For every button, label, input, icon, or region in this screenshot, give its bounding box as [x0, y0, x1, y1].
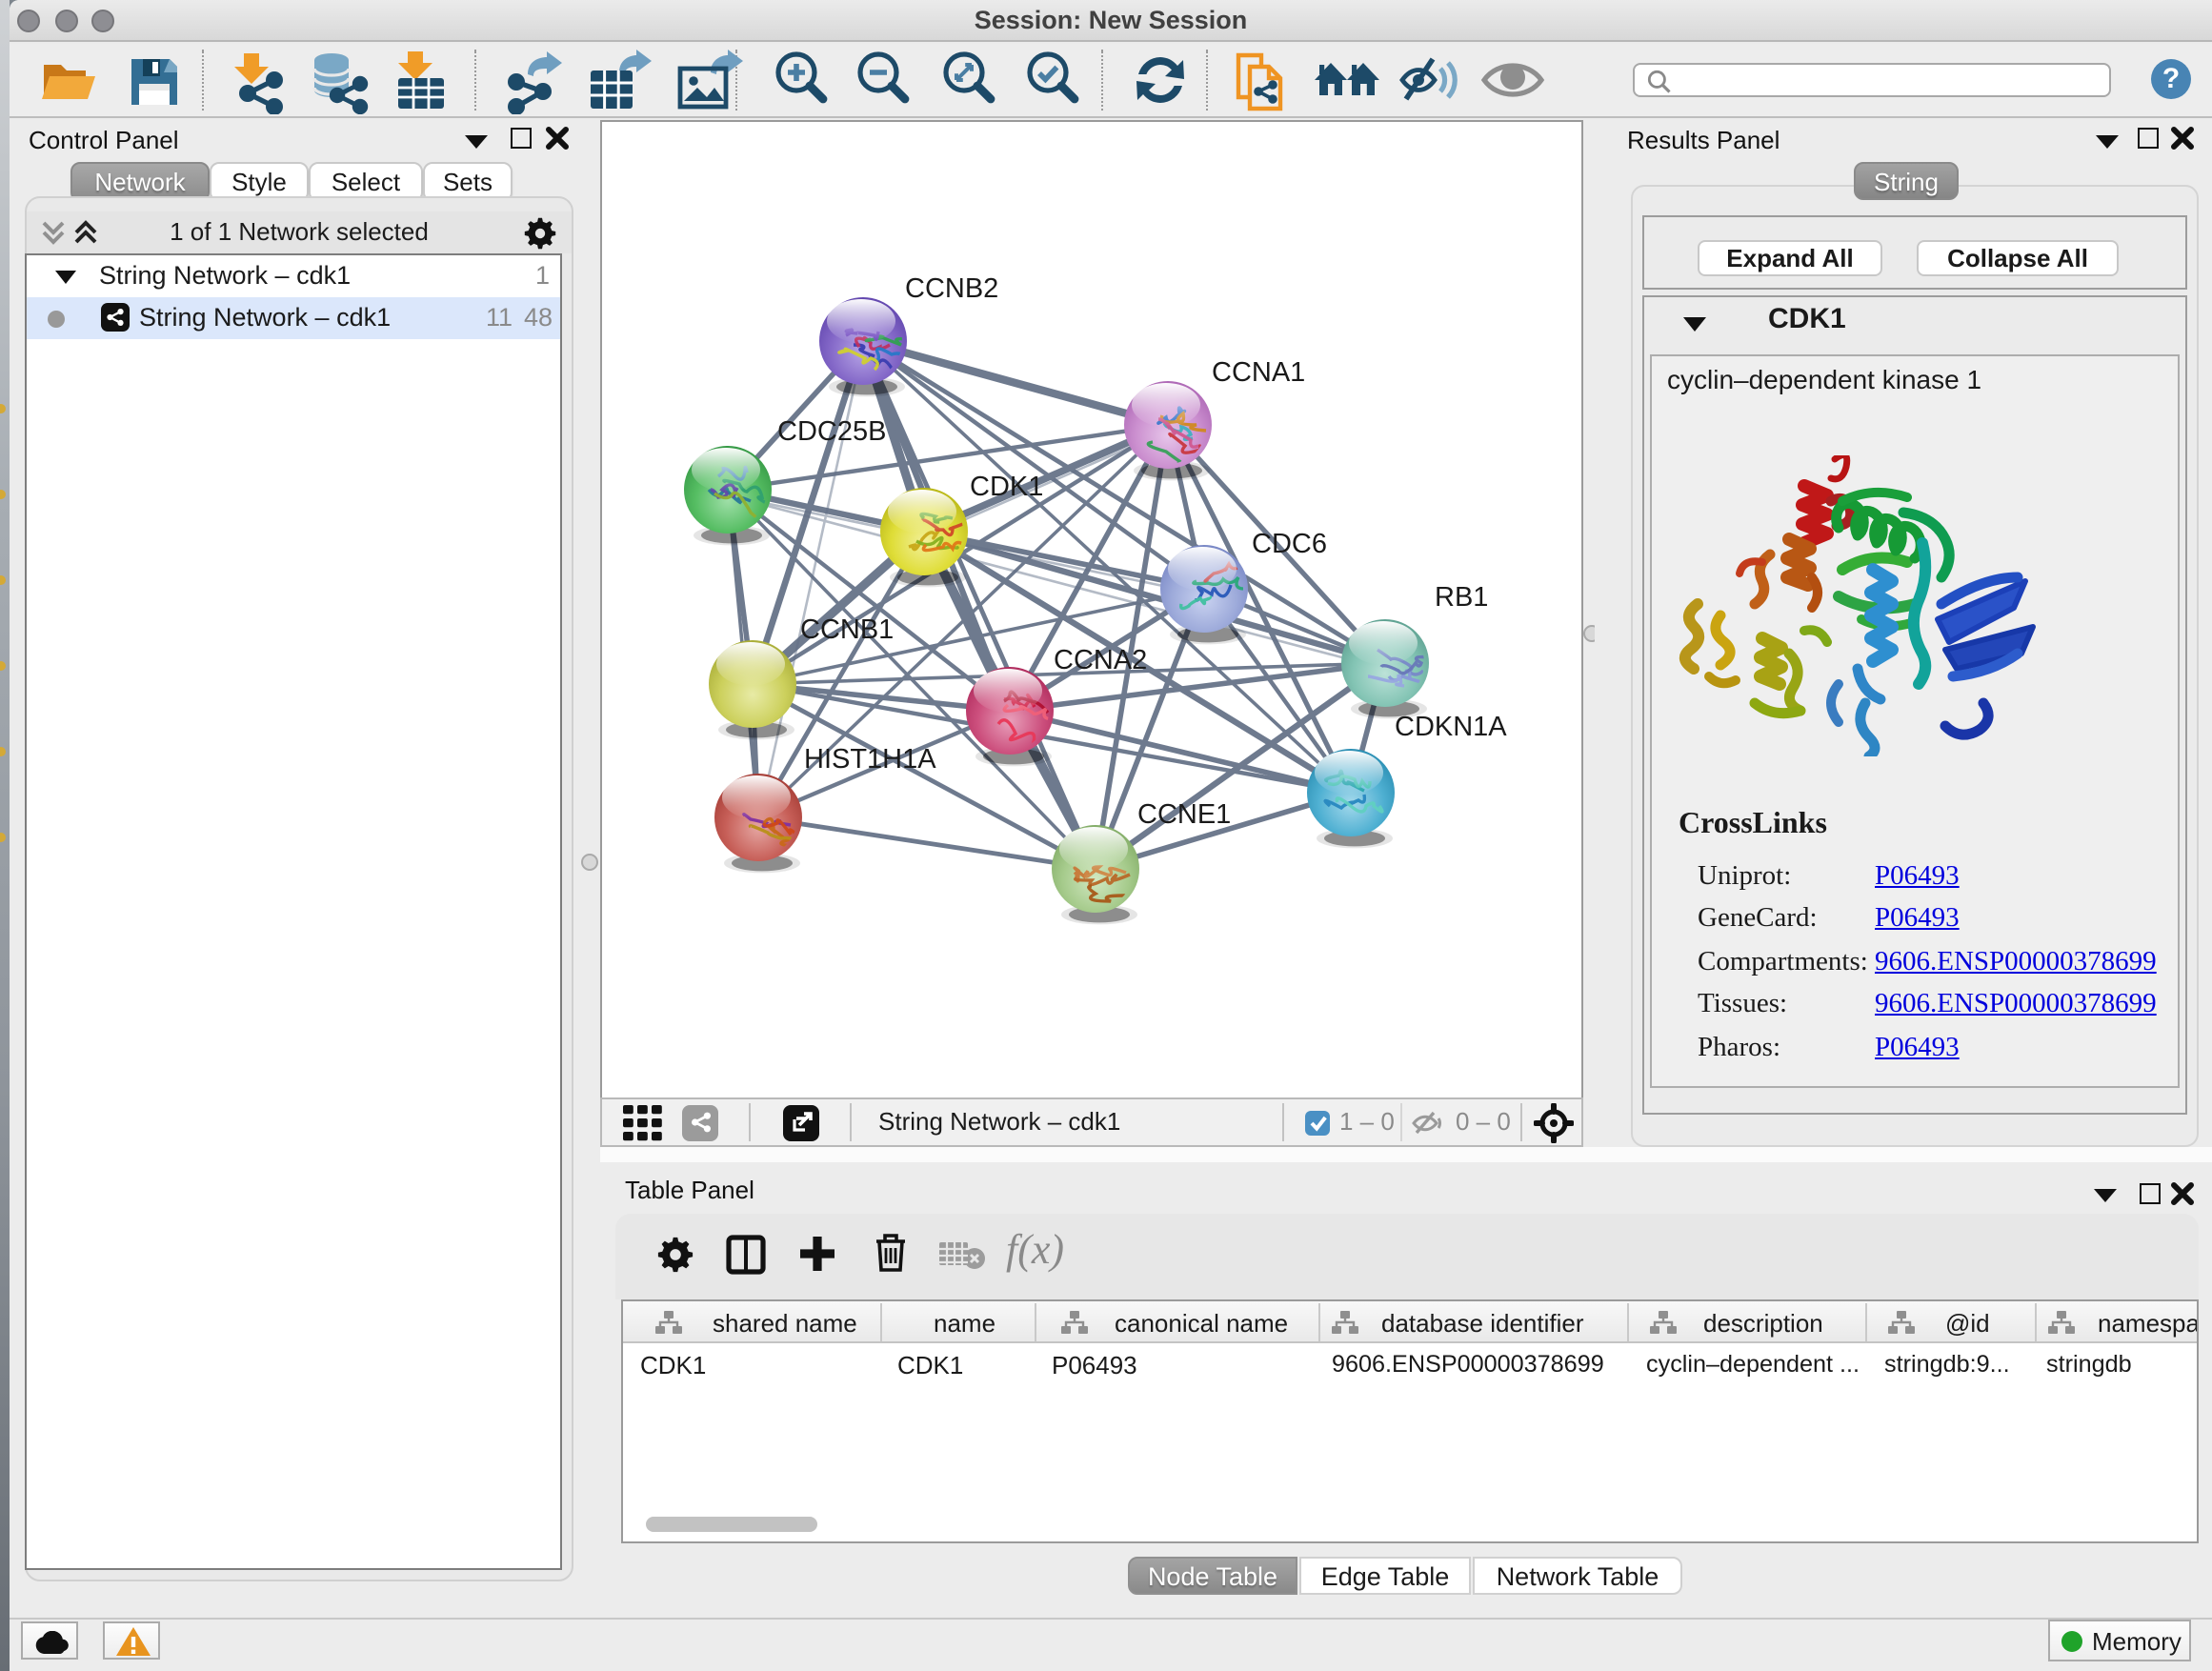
- svg-text:CCNB1: CCNB1: [800, 614, 894, 645]
- svg-text:RB1: RB1: [1435, 582, 1488, 613]
- svg-text:CCNA1: CCNA1: [1212, 357, 1305, 388]
- svg-text:CCNE1: CCNE1: [1137, 799, 1231, 830]
- svg-text:CDC6: CDC6: [1252, 529, 1327, 559]
- svg-text:CDKN1A: CDKN1A: [1395, 712, 1507, 742]
- svg-text:HIST1H1A: HIST1H1A: [804, 744, 936, 775]
- svg-text:CDK1: CDK1: [970, 472, 1043, 502]
- svg-text:CCNA2: CCNA2: [1054, 645, 1147, 675]
- svg-text:CDC25B: CDC25B: [777, 416, 886, 447]
- svg-text:CCNB2: CCNB2: [905, 273, 998, 304]
